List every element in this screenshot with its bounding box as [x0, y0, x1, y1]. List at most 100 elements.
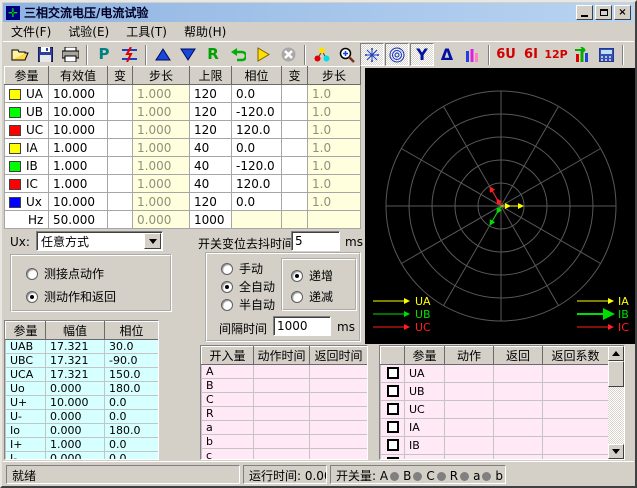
rms-cell[interactable]: 10.000 — [49, 85, 108, 103]
wye-button[interactable]: Y — [410, 43, 434, 66]
radio-contact-action[interactable]: 测接点动作 — [26, 265, 104, 282]
phase-cell[interactable]: 120.0 — [232, 175, 282, 193]
start-button[interactable] — [251, 43, 275, 66]
radio-manual[interactable]: 手动 — [221, 260, 263, 277]
lower-button[interactable] — [176, 43, 200, 66]
phase-cell[interactable]: -120.0 — [232, 103, 282, 121]
menu-tools[interactable]: 工具(T) — [126, 23, 167, 40]
six-current-button[interactable]: 6I — [519, 43, 543, 66]
short-circuit-button[interactable] — [117, 43, 141, 66]
limit-cell[interactable]: 120 — [190, 103, 232, 121]
p-mode-button[interactable]: P — [92, 43, 116, 66]
radio-action-return[interactable]: 测动作和返回 — [26, 288, 116, 305]
limit-cell[interactable]: 120 — [190, 85, 232, 103]
chg2-cell[interactable] — [282, 85, 308, 103]
step2-cell[interactable]: 1.0 — [308, 121, 361, 139]
save-button[interactable] — [33, 43, 57, 66]
print-button[interactable] — [58, 43, 82, 66]
step-cell[interactable]: 1.000 — [133, 175, 190, 193]
zoom-button[interactable] — [335, 43, 359, 66]
open-button[interactable] — [8, 43, 32, 66]
vertical-scrollbar[interactable] — [608, 346, 624, 459]
checkbox[interactable] — [387, 385, 399, 397]
limit-cell[interactable]: 40 — [190, 157, 232, 175]
phasor-button[interactable] — [310, 43, 334, 66]
close-button[interactable]: × — [614, 5, 631, 20]
chg-cell[interactable] — [108, 139, 133, 157]
chg-cell[interactable] — [108, 193, 133, 211]
chg2-cell[interactable] — [282, 121, 308, 139]
limit-cell[interactable]: 1000 — [190, 211, 232, 229]
phase-cell[interactable]: 0.0 — [232, 85, 282, 103]
scrollbar-thumb[interactable] — [608, 361, 624, 387]
phase-cell[interactable]: -120.0 — [232, 157, 282, 175]
bargraph-button[interactable] — [460, 43, 484, 66]
step2-cell[interactable]: 1.0 — [308, 157, 361, 175]
chg-cell[interactable] — [108, 175, 133, 193]
step2-cell[interactable]: 1.0 — [308, 103, 361, 121]
interval-input[interactable] — [273, 316, 331, 336]
calculator-button[interactable] — [594, 43, 618, 66]
chg-cell[interactable] — [108, 157, 133, 175]
rms-cell[interactable]: 50.000 — [49, 211, 108, 229]
six-voltage-button[interactable]: 6U — [494, 43, 518, 66]
polar-view-button[interactable] — [385, 43, 409, 66]
checkbox[interactable] — [387, 403, 399, 415]
phase-cell[interactable]: 120.0 — [232, 121, 282, 139]
step2-cell[interactable]: 1.0 — [308, 139, 361, 157]
step-cell[interactable]: 1.000 — [133, 157, 190, 175]
rms-cell[interactable]: 10.000 — [49, 121, 108, 139]
debounce-input[interactable] — [291, 231, 340, 251]
delta-button[interactable]: Δ — [435, 43, 459, 66]
minimize-button[interactable] — [576, 5, 593, 20]
trend-button[interactable] — [569, 43, 593, 66]
rms-cell[interactable]: 10.000 — [49, 103, 108, 121]
chg2-cell[interactable] — [282, 139, 308, 157]
limit-cell[interactable]: 120 — [190, 121, 232, 139]
rms-cell[interactable]: 1.000 — [49, 157, 108, 175]
scatter-view-button[interactable] — [360, 43, 384, 66]
step2-cell[interactable]: 1.0 — [308, 193, 361, 211]
ux-mode-select[interactable]: 任意方式 — [36, 231, 163, 251]
step-cell[interactable]: 1.000 — [133, 121, 190, 139]
radio-full-auto[interactable]: 全自动 — [221, 278, 275, 295]
checkbox[interactable] — [387, 439, 399, 451]
ux-dropdown-button[interactable] — [144, 233, 161, 249]
chg2-cell[interactable] — [282, 103, 308, 121]
step2-cell[interactable]: 1.0 — [308, 85, 361, 103]
checkbox[interactable] — [387, 457, 399, 460]
limit-cell[interactable]: 40 — [190, 175, 232, 193]
chg-cell[interactable] — [108, 103, 133, 121]
step-cell[interactable]: 1.000 — [133, 139, 190, 157]
radio-semi-auto[interactable]: 半自动 — [221, 296, 275, 313]
raise-button[interactable] — [151, 43, 175, 66]
scroll-down-button[interactable] — [608, 444, 624, 459]
reset-button[interactable]: R — [201, 43, 225, 66]
step-cell[interactable]: 1.000 — [133, 193, 190, 211]
chg2-cell[interactable] — [282, 175, 308, 193]
radio-increment[interactable]: 递增 — [291, 267, 333, 284]
chg-cell[interactable] — [108, 121, 133, 139]
chg-cell[interactable] — [108, 85, 133, 103]
radio-decrement[interactable]: 递减 — [291, 288, 333, 305]
stop-button[interactable] — [276, 43, 300, 66]
menu-help[interactable]: 帮助(H) — [184, 23, 226, 40]
step-cell[interactable]: 0.000 — [133, 211, 190, 229]
rms-cell[interactable]: 1.000 — [49, 175, 108, 193]
chg2-cell[interactable] — [282, 157, 308, 175]
maximize-button[interactable] — [595, 5, 612, 20]
undo-button[interactable] — [226, 43, 250, 66]
menu-file[interactable]: 文件(F) — [11, 23, 51, 40]
phase-cell[interactable]: 0.0 — [232, 139, 282, 157]
titlebar[interactable]: ✛ 三相交流电压/电流试验 × — [3, 3, 634, 22]
step2-cell[interactable]: 1.0 — [308, 175, 361, 193]
rms-cell[interactable]: 1.000 — [49, 139, 108, 157]
checkbox[interactable] — [387, 367, 399, 379]
checkbox[interactable] — [387, 421, 399, 433]
menu-test[interactable]: 试验(E) — [68, 23, 109, 40]
chg-cell[interactable] — [108, 211, 133, 229]
limit-cell[interactable]: 40 — [190, 139, 232, 157]
phase-cell[interactable]: 0.0 — [232, 193, 282, 211]
step-cell[interactable]: 1.000 — [133, 85, 190, 103]
chg2-cell[interactable] — [282, 193, 308, 211]
